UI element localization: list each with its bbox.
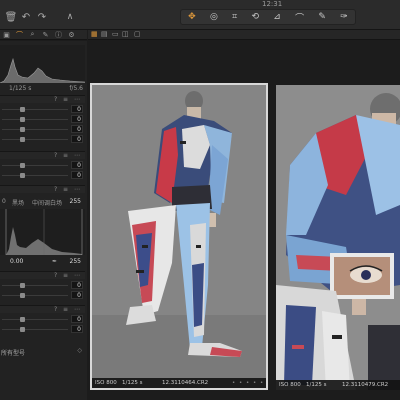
image-browser: ISO 800 1/125 s 12.3110464.CR2 • • • • • — [88, 41, 400, 400]
browser-toolbar: ▦ ▤ ▭ ◫ ▢ — [88, 30, 400, 40]
slider-row[interactable]: 0 — [0, 161, 85, 170]
info-tab-icon[interactable]: ⓘ — [54, 30, 63, 40]
eyedropper-icon[interactable]: ✒ — [52, 258, 57, 265]
levels-output-max[interactable]: 255 — [70, 258, 81, 265]
list-view-icon[interactable]: ▤ — [101, 30, 108, 38]
brush-icon[interactable]: ∧ — [64, 11, 76, 23]
model-dropdown-label: 所有型号 — [1, 350, 26, 357]
photo-model-full-body — [92, 85, 266, 388]
histogram-info: 1/125 s f/5.6 — [0, 85, 85, 93]
undo-icon[interactable]: ↶ — [20, 11, 32, 23]
crop-icon[interactable]: ⌗ — [232, 12, 237, 22]
star-rating[interactable]: • • • • • — [232, 378, 264, 388]
shutter-readout: 1/125 s — [9, 85, 32, 92]
model-dropdown[interactable]: 所有型号 ◇ — [0, 347, 85, 357]
rotate-icon[interactable]: ◎ — [210, 12, 218, 22]
section-header-levels[interactable]: ? ≡ ⋯ — [0, 185, 85, 193]
filmstrip-icon[interactable]: ▭ — [112, 30, 119, 38]
iso-readout: ISO 800 — [279, 382, 301, 388]
histogram-chart — [0, 45, 85, 83]
pan-icon[interactable]: ✥ — [188, 12, 196, 22]
camera-tab-icon[interactable]: ▣ — [2, 31, 11, 39]
shutter-readout: 1/125 s — [306, 382, 327, 388]
section-header-clarity[interactable]: ? ≡ ⋯ — [0, 271, 85, 279]
levels-max[interactable]: 255 — [70, 198, 81, 205]
compare-icon[interactable]: ◫ — [122, 30, 129, 38]
grid-view-icon[interactable]: ▦ — [91, 30, 98, 38]
thumbnail-size-icon[interactable]: ▢ — [134, 30, 141, 38]
file-name: 12.3110464.CR2 — [162, 380, 209, 386]
tool-tabs: ▣ ⌒ ⌕ ✎ ⓘ ⚙ — [0, 30, 87, 40]
thumbnail[interactable]: ISO 800 1/125 s 12.3110479.CR2 — [276, 85, 400, 390]
brush-tab-icon[interactable]: ✎ — [41, 31, 50, 39]
levels-output-min[interactable]: 0.00 — [10, 258, 23, 265]
levels-histogram[interactable] — [0, 209, 85, 255]
shutter-readout: 1/125 s — [122, 380, 143, 386]
slider-row[interactable]: 0 — [0, 115, 85, 124]
thumbnail-caption: ISO 800 1/125 s 12.3110479.CR2 — [276, 380, 400, 390]
capture-one-window: 12:31 🗑 ↶ ↷ ∧ ✥ ◎ ⌗ ⟲ ⊿ ⌒ ✎ ✑ ▣ ⌒ ⌕ ✎ ⓘ … — [0, 0, 400, 400]
search-tab-icon[interactable]: ⌕ — [28, 30, 37, 39]
chevron-down-icon: ◇ — [77, 347, 82, 354]
section-header-exposure[interactable]: ? ≡ ⋯ — [0, 95, 85, 103]
slider-row[interactable]: 0 — [0, 315, 85, 324]
eraser-icon[interactable]: ✎ — [318, 12, 326, 22]
file-name: 12.3110479.CR2 — [342, 382, 389, 388]
keystone-icon[interactable]: ⊿ — [273, 12, 281, 22]
levels-min: 0 — [2, 198, 6, 205]
thumbnail-caption: ISO 800 1/125 s 12.3110464.CR2 • • • • • — [92, 378, 266, 388]
levels-label-black: 黑场 — [12, 200, 25, 207]
slider-row[interactable]: 0 — [0, 105, 85, 114]
photo-model-closeup — [276, 85, 400, 390]
annotate-icon[interactable]: ✑ — [340, 12, 348, 22]
slider-row[interactable]: 0 — [0, 281, 85, 290]
slider-row[interactable]: 0 — [0, 125, 85, 134]
gear-tab-icon[interactable]: ⚙ — [67, 31, 76, 39]
thumbnail-selected[interactable]: ISO 800 1/125 s 12.3110464.CR2 • • • • • — [90, 83, 268, 390]
window-title: 12:31 — [262, 0, 283, 8]
section-icons[interactable]: ? ≡ ⋯ — [54, 96, 82, 103]
levels-label-white: 白场 — [50, 200, 63, 207]
section-header-vignette[interactable]: ? ≡ ⋯ — [0, 305, 85, 313]
cursor-tools: ✥ ◎ ⌗ ⟲ ⊿ ⌒ ✎ ✑ — [180, 9, 356, 25]
tool-panel: 1/125 s f/5.6 ? ≡ ⋯ 0 0 0 0 ? ≡ ⋯ 0 0 ? … — [0, 41, 87, 400]
picker-icon[interactable]: ⌒ — [295, 11, 304, 24]
levels-label-mid: 中间调 — [32, 200, 51, 207]
slider-row[interactable]: 0 — [0, 171, 85, 180]
levels-labels: 0 黑场 中间调 白场 255 — [0, 198, 85, 207]
section-header-hdr[interactable]: ? ≡ ⋯ — [0, 151, 85, 159]
aperture-readout: f/5.6 — [69, 85, 83, 92]
iso-readout: ISO 800 — [95, 380, 117, 386]
slider-row[interactable]: 0 — [0, 325, 85, 334]
slider-row[interactable]: 0 — [0, 291, 85, 300]
levels-output: 0.00 ✒ 255 — [0, 257, 85, 267]
histogram-tab-icon[interactable]: ⌒ — [15, 30, 24, 40]
straighten-icon[interactable]: ⟲ — [251, 12, 259, 22]
redo-icon[interactable]: ↷ — [36, 11, 48, 23]
top-toolbar: 12:31 🗑 ↶ ↷ ∧ ✥ ◎ ⌗ ⟲ ⊿ ⌒ ✎ ✑ — [0, 0, 400, 30]
trash-icon[interactable]: 🗑 — [5, 11, 18, 23]
slider-row[interactable]: 0 — [0, 135, 85, 144]
